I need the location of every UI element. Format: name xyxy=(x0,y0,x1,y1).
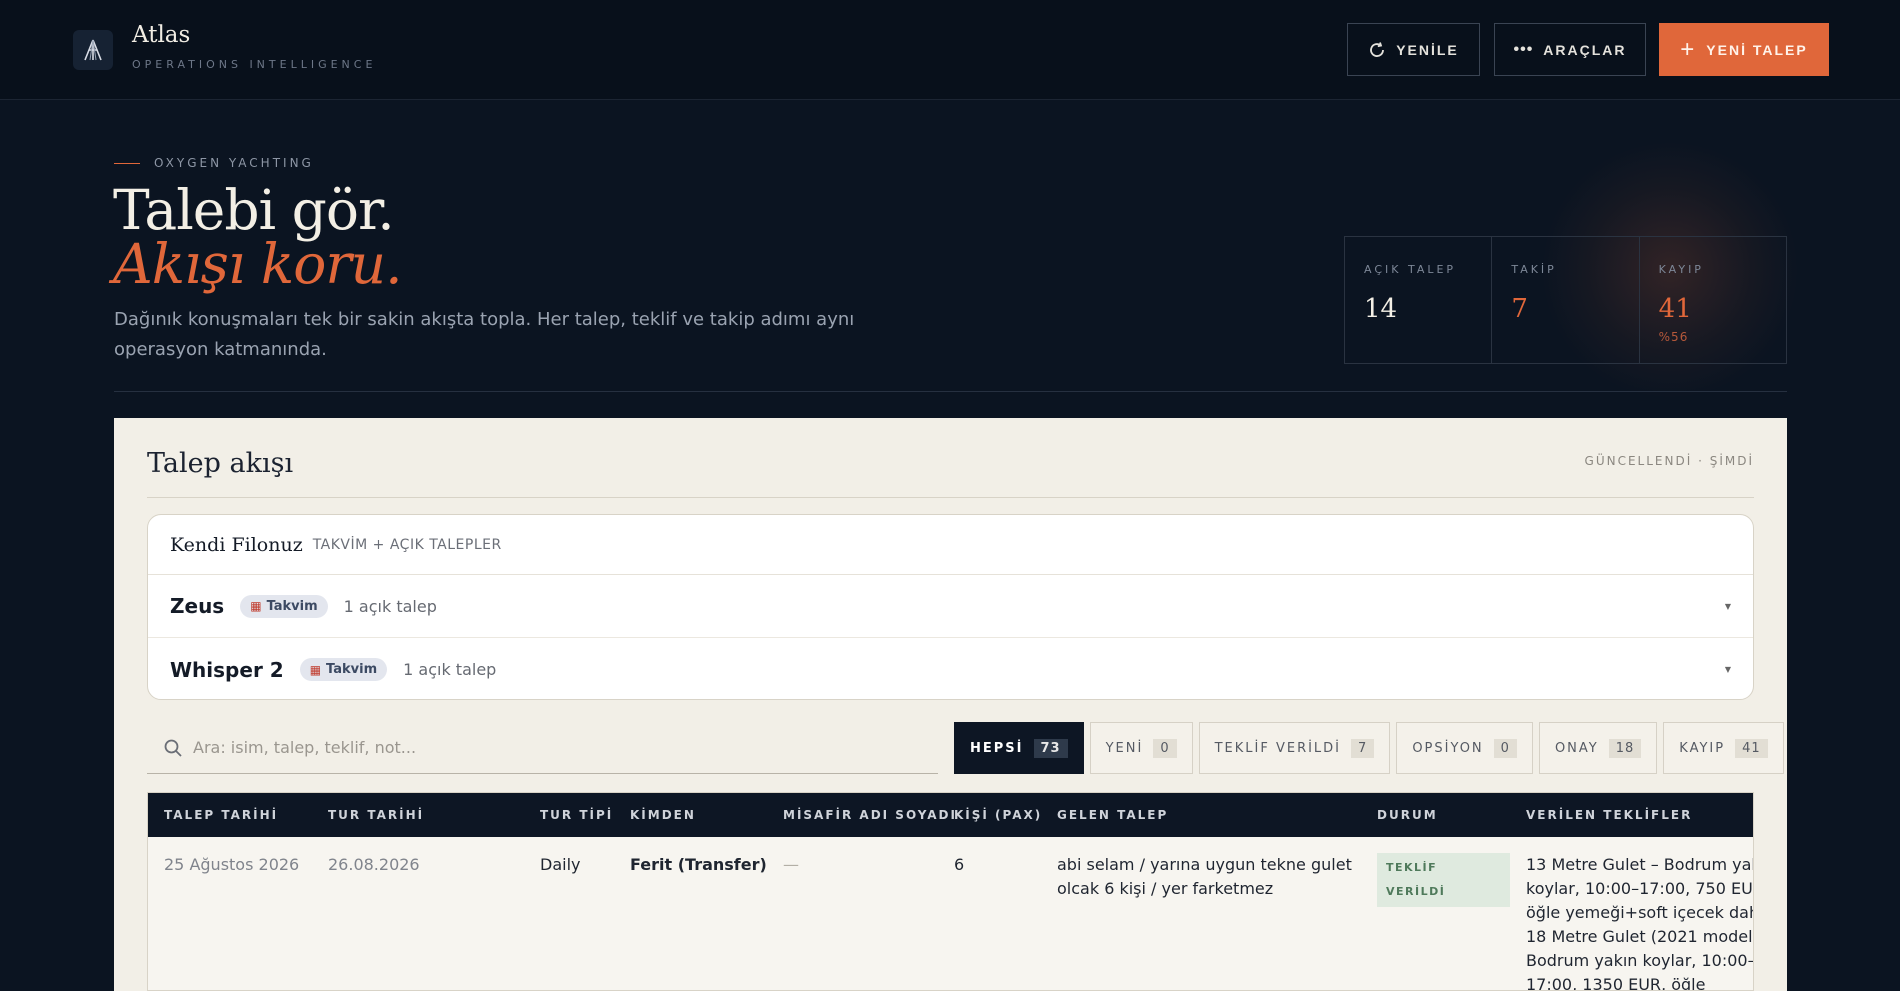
stat-open-value: 14 xyxy=(1364,294,1398,324)
calendar-badge[interactable]: ▦ Takvim xyxy=(240,594,328,618)
stat-lost-percent: %56 xyxy=(1658,330,1689,344)
tools-label: ARAÇLAR xyxy=(1543,41,1627,58)
filter-count: 7 xyxy=(1351,738,1375,758)
cell-request-date: 25 Ağustos 2026 xyxy=(164,855,300,874)
status-badge: TEKLİF VERİLDİ xyxy=(1377,853,1510,907)
requests-table: TALEP TARİHİ TUR TARİHİ TUR TİPİ KİMDEN … xyxy=(147,792,1754,991)
calendar-badge-label: Takvim xyxy=(266,598,318,614)
filter-label: KAYIP xyxy=(1679,740,1726,756)
stat-followup-label: TAKİP xyxy=(1511,263,1557,276)
filter-all[interactable]: HEPSİ 73 xyxy=(954,722,1084,774)
more-dots-icon: ••• xyxy=(1513,40,1534,58)
filter-option[interactable]: OPSİYON 0 xyxy=(1396,722,1533,774)
filter-label: OPSİYON xyxy=(1412,740,1484,756)
filter-label: YENİ xyxy=(1105,740,1144,756)
plus-icon: + xyxy=(1680,35,1697,63)
filter-label: TEKLİF VERİLDİ xyxy=(1214,740,1342,756)
hero-divider xyxy=(114,391,1787,392)
stat-followup-value: 7 xyxy=(1511,294,1528,324)
open-requests-count: 1 açık talep xyxy=(343,596,437,616)
boat-name: Zeus xyxy=(170,594,225,618)
column-header[interactable]: TUR TARİHİ xyxy=(312,793,524,837)
eyebrow-line xyxy=(114,162,140,164)
calendar-badge[interactable]: ▦ Takvim xyxy=(299,658,388,681)
stats-panel: AÇIK TALEP 14 TAKİP 7 KAYIP 41 %56 xyxy=(1344,236,1787,364)
calendar-icon: ▦ xyxy=(250,599,262,613)
fleet-card: Kendi Filonuz TAKVİM + AÇIK TALEPLER Zeu… xyxy=(147,514,1754,700)
refresh-button[interactable]: YENİLE xyxy=(1347,23,1480,76)
cell-from: Ferit (Transfer) xyxy=(630,855,767,874)
cell-request: abi selam / yarına uygun tekne gulet olc… xyxy=(1057,855,1352,898)
filter-count: 73 xyxy=(1033,738,1068,758)
stat-lost-value: 41 xyxy=(1658,294,1692,324)
filter-count: 41 xyxy=(1735,738,1768,758)
fleet-subtitle: TAKVİM + AÇIK TALEPLER xyxy=(312,536,502,553)
cell-guest: — xyxy=(783,855,799,874)
column-header[interactable]: KİŞİ (PAX) xyxy=(938,793,1041,837)
status-filters: HEPSİ 73 YENİ 0 TEKLİF VERİLDİ 7 OPSİYON… xyxy=(954,722,1784,774)
panel-divider xyxy=(147,497,1754,498)
stat-followup: TAKİP 7 xyxy=(1492,237,1640,363)
calendar-icon: ▦ xyxy=(309,662,322,677)
cell-status: TEKLİF VERİLDİ xyxy=(1361,837,1510,990)
column-header[interactable]: KİMDEN xyxy=(614,793,767,837)
filter-approved[interactable]: ONAY 18 xyxy=(1538,722,1658,774)
cell-tour-date: 26.08.2026 xyxy=(328,855,420,874)
refresh-label: YENİLE xyxy=(1396,41,1459,58)
refresh-icon xyxy=(1370,41,1385,57)
stat-lost: KAYIP 41 %56 xyxy=(1640,237,1786,363)
stat-open: AÇIK TALEP 14 xyxy=(1345,237,1493,363)
hero-title-line2: Akışı koru. xyxy=(113,232,403,296)
chevron-down-icon[interactable]: ▼ xyxy=(1725,665,1731,674)
table-row[interactable]: 25 Ağustos 2026 26.08.2026 Daily Ferit (… xyxy=(148,837,1754,991)
cell-offers: 13 Metre Gulet – Bodrum yakın koylar, 10… xyxy=(1526,855,1754,991)
filter-new[interactable]: YENİ 0 xyxy=(1089,722,1193,774)
hero-eyebrow: OXYGEN YACHTING xyxy=(114,156,314,170)
filter-lost[interactable]: KAYIP 41 xyxy=(1663,722,1784,774)
fleet-header: Kendi Filonuz TAKVİM + AÇIK TALEPLER xyxy=(148,515,1753,575)
table-header: TALEP TARİHİ TUR TARİHİ TUR TİPİ KİMDEN … xyxy=(148,793,1753,837)
fleet-row-whisper-2[interactable]: Whisper 2 ▦ Takvim 1 açık talep ▼ xyxy=(148,638,1753,699)
column-header[interactable]: MİSAFİR ADI SOYADI xyxy=(767,793,955,837)
column-header[interactable]: VERİLEN TEKLİFLER xyxy=(1510,793,1753,837)
new-request-label: YENİ TALEP xyxy=(1706,41,1808,58)
boat-name: Whisper 2 xyxy=(170,657,284,682)
column-header[interactable]: DURUM xyxy=(1361,793,1510,837)
filter-count: 0 xyxy=(1493,738,1517,758)
filter-label: ONAY xyxy=(1554,740,1599,756)
column-header[interactable]: TUR TİPİ xyxy=(524,793,614,837)
request-flow-panel: Talep akışı GÜNCELLENDİ · ŞİMDİ Kendi Fi… xyxy=(114,418,1787,991)
column-header[interactable]: TALEP TARİHİ xyxy=(148,793,312,837)
cell-pax: 6 xyxy=(954,855,965,874)
filter-offer-given[interactable]: TEKLİF VERİLDİ 7 xyxy=(1198,722,1391,774)
atlas-logo-icon xyxy=(73,30,113,70)
search-icon xyxy=(164,739,182,757)
stat-open-label: AÇIK TALEP xyxy=(1364,263,1457,276)
stat-lost-label: KAYIP xyxy=(1658,263,1704,276)
fleet-row-zeus[interactable]: Zeus ▦ Takvim 1 açık talep ▼ xyxy=(148,575,1753,638)
search-input[interactable] xyxy=(193,738,893,757)
filter-count: 0 xyxy=(1153,738,1177,758)
tools-button[interactable]: ••• ARAÇLAR xyxy=(1494,23,1646,76)
hero-description: Dağınık konuşmaları tek bir sakin akışta… xyxy=(114,309,855,360)
chevron-down-icon[interactable]: ▼ xyxy=(1725,602,1731,611)
app-name: Atlas xyxy=(132,22,191,48)
panel-title: Talep akışı xyxy=(147,448,294,479)
open-requests-count: 1 açık talep xyxy=(403,660,497,679)
fleet-title: Kendi Filonuz xyxy=(170,533,303,556)
cell-tour-type: Daily xyxy=(540,855,581,874)
updated-status: GÜNCELLENDİ · ŞİMDİ xyxy=(1584,454,1754,468)
column-header[interactable]: GELEN TALEP xyxy=(1041,793,1361,837)
search-bar xyxy=(147,722,938,774)
filter-count: 18 xyxy=(1608,738,1642,758)
top-bar: Atlas OPERATIONS INTELLIGENCE YENİLE •••… xyxy=(0,0,1900,100)
app-subtitle: OPERATIONS INTELLIGENCE xyxy=(132,58,377,71)
filter-label: HEPSİ xyxy=(970,740,1024,756)
calendar-badge-label: Takvim xyxy=(326,662,378,677)
new-request-button[interactable]: + YENİ TALEP xyxy=(1659,23,1829,76)
eyebrow-text: OXYGEN YACHTING xyxy=(154,156,314,170)
